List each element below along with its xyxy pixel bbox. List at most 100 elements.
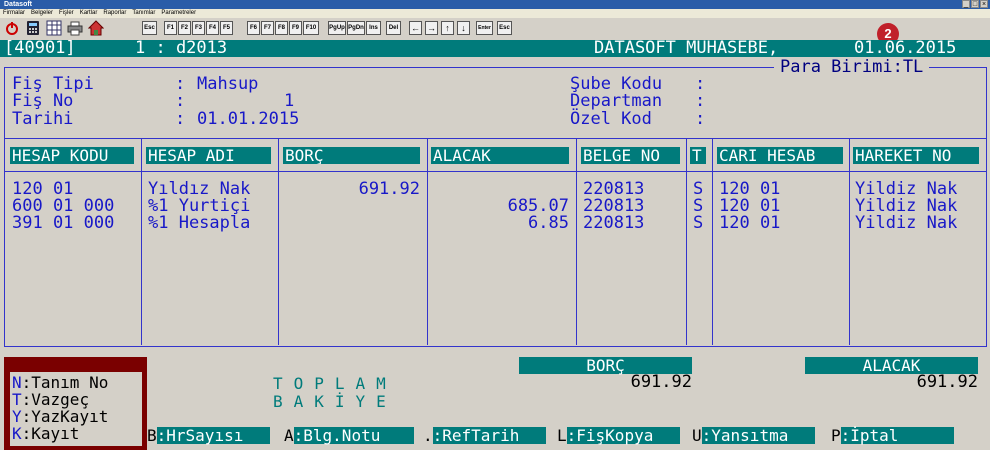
fkey-yansitma[interactable]: U:Yansıtma [692,426,815,445]
header-cari-hesab[interactable]: CARI HESAB [717,147,843,164]
fkey-reftarih[interactable]: .:RefTarih [423,426,546,445]
power-icon[interactable] [4,20,20,36]
menu-firmalar[interactable]: Firmalar [3,9,25,18]
fkey-label: :Yansıtma [701,427,815,444]
up-arrow-button[interactable]: ↑ [441,21,454,35]
cell-hesap-adi: %1 Hesapla [148,213,251,233]
f3-key-button[interactable]: F3 [192,21,205,35]
del-key-button[interactable]: Del [386,21,401,35]
colon: : [695,91,706,111]
window-controls: _ □ × [962,0,988,8]
header-hareket-no[interactable]: HAREKET NO [853,147,979,164]
fis-no-field[interactable]: 1 [284,93,294,110]
bakiye-label: BAKİYE [273,392,397,411]
header-alacak[interactable]: ALACAK [431,147,569,164]
colon: : [695,109,706,129]
shortcut-key: K [12,424,22,443]
shortcut-yazkayit[interactable]: Y:YazKayıt [12,408,108,425]
home-icon[interactable] [87,20,105,36]
shortcut-kayit[interactable]: K:Kayıt [12,425,79,442]
down-arrow-button[interactable]: ↓ [457,21,470,35]
column-divider [576,139,577,345]
fkey-label: :Blg.Notu [293,427,414,444]
pgup-key-button[interactable]: PgUp [328,21,346,35]
column-divider [849,139,850,345]
right-arrow-button[interactable]: → [425,21,438,35]
column-divider [686,139,687,345]
status-date: 01.06.2015 [854,38,957,58]
shortcut-panel-inner: N:Tanım No T:Vazgeç Y:YazKayıt K:Kayıt [10,372,142,446]
close-button[interactable]: × [980,0,988,8]
fkey-letter: P [831,426,841,445]
tarih-label: Tarihi [12,109,74,129]
f7-key-button[interactable]: F7 [261,21,274,35]
fkey-iptal[interactable]: P:İptal [831,426,954,445]
status-bar: [40901] 1 : d2013 DATASOFT MUHASEBE, 01.… [0,40,990,57]
menu-belgeler[interactable]: Belgeler [31,9,53,18]
menu-raporlar[interactable]: Raporlar [103,9,126,18]
maximize-button[interactable]: □ [971,0,979,8]
minimize-button[interactable]: _ [962,0,970,8]
enter-key-button[interactable]: Enter [476,21,493,35]
fkey-letter: . [423,426,433,445]
table-header-line [4,171,987,172]
menu-bar: Firmalar Belgeler Fişler Kartlar Raporla… [0,9,990,18]
shortcut-vazgec[interactable]: T:Vazgeç [12,391,89,408]
column-divider [427,139,428,345]
fkey-label: :FişKopya [566,427,680,444]
fis-no-label: Fiş No [12,91,74,111]
f1-key-button[interactable]: F1 [164,21,177,35]
fkey-label: :HrSayısı [156,427,270,444]
pgdn-key-button[interactable]: PgDn [347,21,365,35]
fkey-hrsayisi[interactable]: B:HrSayısı [147,426,270,445]
toplam-label: TOPLAM [273,374,397,393]
esc-key-button[interactable]: Esc [142,21,157,35]
header-hesap-kodu[interactable]: HESAP KODU [10,147,134,164]
cell-t: S [693,213,704,233]
fkey-letter: A [284,426,294,445]
f6-key-button[interactable]: F6 [247,21,260,35]
cell-hareket: Yildiz Nak [855,213,958,233]
table-top-line [4,138,987,139]
header-borc[interactable]: BORÇ [283,147,420,164]
cell-alacak: 6.85 [528,213,569,233]
header-belge-no[interactable]: BELGE NO [581,147,680,164]
fkey-letter: U [692,426,702,445]
header-t[interactable]: T [690,147,706,164]
tarih-field[interactable]: 01.01.2015 [197,111,299,128]
total-borc-value: 691.92 [630,372,692,392]
ozel-kod-label: Özel Kod [570,109,652,129]
shortcut-tanim-no[interactable]: N:Tanım No [12,374,108,391]
ins-key-button[interactable]: Ins [366,21,381,35]
fkey-letter: B [147,426,157,445]
f9-key-button[interactable]: F9 [289,21,302,35]
fkey-letter: L [557,426,567,445]
menu-tanimlar[interactable]: Tanımlar [132,9,155,18]
menu-fisler[interactable]: Fişler [59,9,74,18]
f2-key-button[interactable]: F2 [178,21,191,35]
cell-borc: 691.92 [358,179,420,199]
fis-tipi-field[interactable]: Mahsup [197,76,258,93]
f4-key-button[interactable]: F4 [206,21,219,35]
f8-key-button[interactable]: F8 [275,21,288,35]
f5-key-button[interactable]: F5 [220,21,233,35]
esc-key-button-2[interactable]: Esc [497,21,512,35]
fkey-fiskopya[interactable]: L:FişKopya [557,426,680,445]
left-arrow-button[interactable]: ← [409,21,422,35]
grid-icon[interactable] [46,20,62,36]
departman-label: Departman [570,91,663,111]
cell-hesap-kodu: 391 01 000 [12,213,115,233]
fkey-label: :İptal [840,427,954,444]
column-divider [278,139,279,345]
menu-parametreler[interactable]: Parametreler [161,9,196,18]
header-hesap-adi[interactable]: HESAP ADI [146,147,271,164]
menu-kartlar[interactable]: Kartlar [80,9,98,18]
calculator-icon[interactable] [25,20,41,36]
window-title: Datasoft [4,1,33,8]
printer-icon[interactable] [67,20,83,36]
column-divider [712,139,713,345]
colon: : [175,91,186,111]
f10-key-button[interactable]: F10 [303,21,319,35]
fkey-blg-notu[interactable]: A:Blg.Notu [284,426,414,445]
title-bar: Datasoft _ □ × [0,0,990,9]
